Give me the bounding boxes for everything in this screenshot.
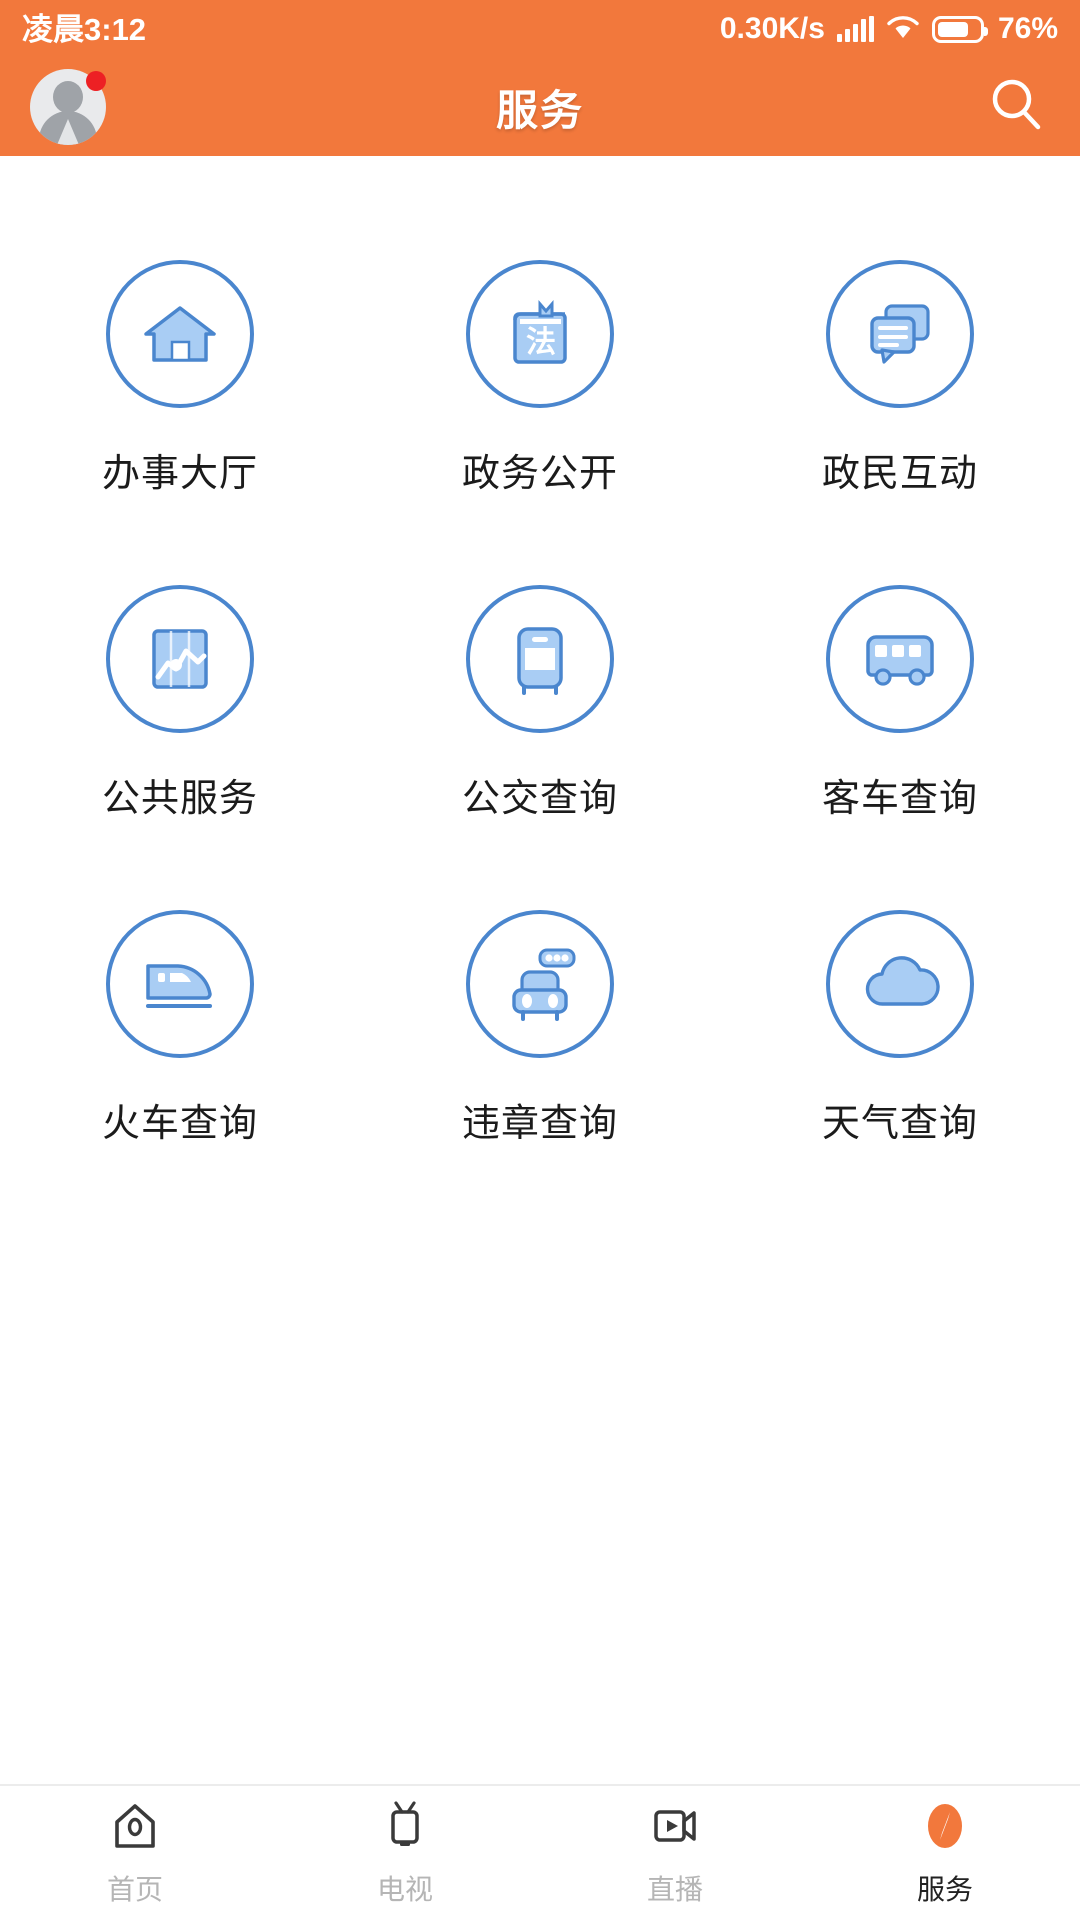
tab-label: 电视 — [376, 1874, 433, 1905]
services-grid: 办事大厅 法 政务公开 政民互动 公共服务 公交查询 客车查询 火车查询 违章查… — [0, 260, 1080, 1147]
car-traffic-light-icon — [466, 910, 614, 1058]
bus-front-icon — [466, 585, 614, 733]
service-label: 客车查询 — [821, 778, 978, 820]
tab-services[interactable]: 服务 — [810, 1786, 1080, 1920]
service-label: 办事大厅 — [101, 453, 258, 495]
search-button[interactable] — [984, 74, 1050, 140]
bottom-navigation: 首页 电视 直播 服务 — [0, 1784, 1080, 1920]
app-screen: 凌晨3:12 0.30K/s 76% 服务 办事大厅 法 政务公开 政民互动 公… — [0, 0, 1080, 1920]
service-item-weizhangchaxun[interactable]: 违章查询 — [360, 910, 720, 1147]
service-label: 公共服务 — [101, 778, 258, 820]
service-label: 火车查询 — [101, 1103, 258, 1145]
tab-live[interactable]: 直播 — [540, 1786, 810, 1920]
tab-label: 首页 — [106, 1874, 163, 1905]
service-item-tianqichaxun[interactable]: 天气查询 — [720, 910, 1080, 1147]
services-content: 办事大厅 法 政务公开 政民互动 公共服务 公交查询 客车查询 火车查询 违章查… — [0, 156, 1080, 1784]
service-item-gonggongfuwu[interactable]: 公共服务 — [0, 585, 360, 822]
coach-bus-icon — [826, 585, 974, 733]
service-item-huochechaxun[interactable]: 火车查询 — [0, 910, 360, 1147]
battery-icon — [931, 15, 988, 43]
home-icon — [108, 1798, 162, 1854]
service-item-kechechaxun[interactable]: 客车查询 — [720, 585, 1080, 822]
law-book-icon: 法 — [466, 260, 614, 408]
service-item-zhengminhudong[interactable]: 政民互动 — [720, 260, 1080, 497]
tv-icon — [378, 1798, 432, 1854]
service-label: 公交查询 — [461, 778, 618, 820]
train-icon — [106, 910, 254, 1058]
service-label: 天气查询 — [821, 1103, 978, 1145]
notification-badge-dot — [86, 71, 106, 91]
service-item-gongjiaochaxun[interactable]: 公交查询 — [360, 585, 720, 822]
service-label: 违章查询 — [461, 1103, 618, 1145]
compass-icon — [918, 1798, 972, 1854]
service-item-banshidating[interactable]: 办事大厅 — [0, 260, 360, 497]
page-title: 服务 — [495, 86, 584, 134]
live-video-icon — [648, 1798, 702, 1854]
status-indicators: 0.30K/s 76% — [720, 14, 1058, 45]
network-speed-text: 0.30K/s — [719, 12, 825, 45]
house-icon — [106, 260, 254, 408]
status-time: 凌晨3:12 — [22, 11, 147, 47]
tab-label: 直播 — [646, 1874, 703, 1905]
service-item-zhengwugongkai[interactable]: 法 政务公开 — [360, 260, 720, 497]
chart-graph-icon — [106, 585, 254, 733]
tab-tv[interactable]: 电视 — [270, 1786, 540, 1920]
app-header: 服务 — [0, 58, 1080, 156]
tab-home[interactable]: 首页 — [0, 1786, 270, 1920]
svg-text:法: 法 — [526, 325, 556, 360]
tab-label: 服务 — [916, 1874, 973, 1905]
chat-bubbles-icon — [826, 260, 974, 408]
battery-percent-text: 76% — [997, 12, 1058, 45]
avatar-button[interactable] — [30, 69, 106, 145]
service-label: 政民互动 — [821, 453, 978, 495]
search-icon — [986, 74, 1048, 141]
signal-bars-icon — [836, 16, 874, 42]
status-bar: 凌晨3:12 0.30K/s 76% — [0, 0, 1080, 58]
wifi-icon — [886, 14, 920, 45]
cloud-icon — [826, 910, 974, 1058]
service-label: 政务公开 — [461, 453, 618, 495]
